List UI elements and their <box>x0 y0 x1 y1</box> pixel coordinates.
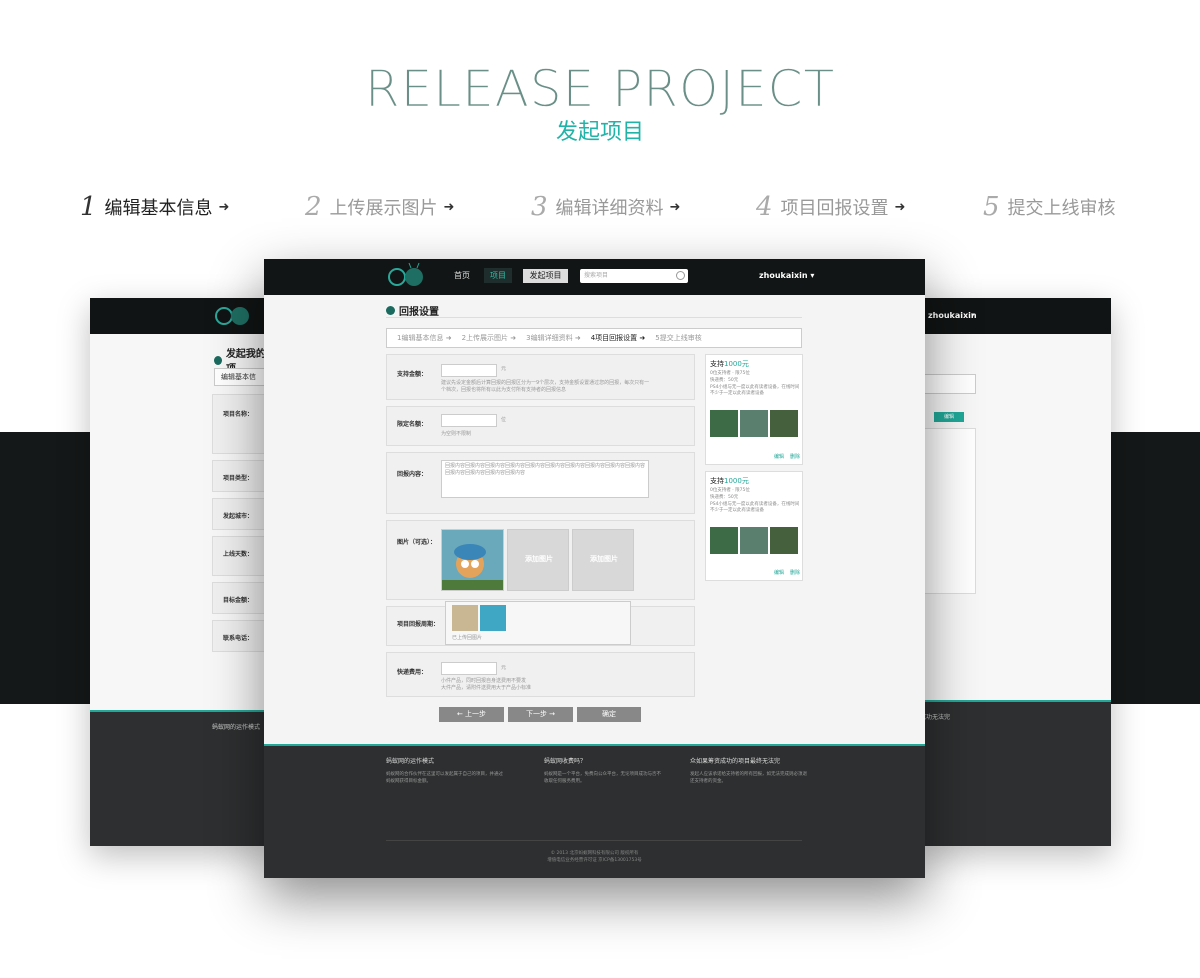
edit-link[interactable]: 编辑 <box>774 569 784 576</box>
form-row: 项目类型： <box>212 460 272 492</box>
reward-photo <box>770 410 798 437</box>
delete-link[interactable]: 删除 <box>790 453 800 460</box>
substep[interactable]: 1编辑基本信息 ➜ <box>397 333 452 343</box>
nav-home[interactable]: 首页 <box>454 270 470 281</box>
bug-icon <box>214 355 222 365</box>
substep[interactable]: 3编辑详细资料 ➜ <box>526 333 581 343</box>
form-row: 目标金额： <box>212 582 272 614</box>
left-panel-footer: 蚂蚁网的运作模式 <box>90 710 270 846</box>
form-row: 发起城市： <box>212 498 272 530</box>
backdrop-left <box>0 432 90 704</box>
footer-column: 蚂蚁网的运作模式 蚂蚁网的合作伙伴在这里可以发起属于自己的项目，并通过蚂蚁网获得… <box>386 758 503 784</box>
right-preview-panel: zhoukaixin ▾ 编辑 成功无法完 <box>920 298 1111 846</box>
reward-photo <box>710 410 738 437</box>
step-1: 1 编辑基本信息 ➜ <box>80 192 230 222</box>
footer-column: 众如果筹资成功的项目最终无法完 发起人应该承诺给支持者的所有回报，如无法完成则必… <box>690 758 807 784</box>
form-row-time: 项目回报周期： 已上传回图片 <box>386 601 695 646</box>
backdrop-right <box>1111 432 1200 704</box>
chevron-down-icon: ▾ <box>810 271 815 280</box>
arrow-right-icon: ➜ <box>894 199 906 215</box>
hero-title: RELEASE PROJECT <box>364 60 836 118</box>
reward-photo <box>740 527 768 554</box>
substep[interactable]: 5提交上线审核 <box>655 333 701 343</box>
content-textarea[interactable]: 回报内容回报内容回报内容回报内容回报内容回报内容回报内容回报内容回报内容回报内容… <box>441 460 649 498</box>
edit-button[interactable]: 编辑 <box>934 412 964 422</box>
search-input[interactable]: 搜索项目 <box>580 269 688 283</box>
next-button[interactable]: 下一步 → <box>508 707 573 722</box>
form-row: 项目名称： <box>212 394 272 454</box>
process-steps: 1 编辑基本信息 ➜ 2 上传展示图片 ➜ 3 编辑详细资料 ➜ 4 项目回报设置 ➜ 5 提交上… <box>0 192 1200 228</box>
form-row: 上线天数： <box>212 536 272 576</box>
hero-subtitle: 发起项目 <box>555 120 644 145</box>
stage: RELEASE PROJECT 发起项目 1 编辑基本信息 ➜ 2 上传展示图片 ➜ 3… <box>0 0 1200 978</box>
left-panel-nav <box>90 298 270 334</box>
support-amount-input[interactable] <box>441 364 497 377</box>
divider <box>386 840 802 841</box>
shipping-input[interactable] <box>441 662 497 675</box>
substep-bar: 1编辑基本信息 ➜ 2上传展示图片 ➜ 3编辑详细资料 ➜ 4项目回报设置 ➜ … <box>386 328 802 348</box>
step-5: 5 提交上线审核 <box>983 192 1116 222</box>
form-row: 联系电话： <box>212 620 272 652</box>
step-label: 编辑基本信息 <box>104 198 213 219</box>
quota-input[interactable] <box>441 414 497 427</box>
image-popup: 已上传回图片 <box>445 601 631 645</box>
reward-card: 支持1000元 0位支持者 · 限75位 快递费：50元 PS4小组与无一度以此… <box>705 471 803 581</box>
form-row-shipping: 快递费用： 元 小件产品，同时回报自身送费用不要发 大件产品，请附件送费用大于产… <box>386 652 695 697</box>
main-preview-panel: 首页 项目 发起项目 搜索项目 zhoukaixin ▾ 回报设置 1编辑基本信… <box>264 259 925 878</box>
form-row-images: 图片（可选）： 添加图片 添加图片 <box>386 520 695 600</box>
right-panel-footer: 成功无法完 <box>920 700 1111 846</box>
step-label: 提交上线审核 <box>1007 198 1116 219</box>
step-2: 2 上传展示图片 ➜ <box>305 192 455 222</box>
reward-photo <box>740 410 768 437</box>
user-menu[interactable]: zhoukaixin <box>928 311 977 320</box>
nav-projects[interactable]: 项目 <box>484 268 512 283</box>
step-3: 3 编辑详细资料 ➜ <box>531 192 681 222</box>
add-image-slot[interactable]: 添加图片 <box>507 529 569 591</box>
photo-icon[interactable] <box>480 605 506 631</box>
edit-link[interactable]: 编辑 <box>774 453 784 460</box>
reward-card <box>920 428 976 594</box>
confirm-button[interactable]: 确定 <box>577 707 641 722</box>
uploaded-image[interactable] <box>441 529 504 591</box>
step-label: 编辑详细资料 <box>555 198 664 219</box>
reward-card: 支持1000元 0位支持者 · 限75位 快递费：50元 PS4小组与无一度以此… <box>705 354 803 465</box>
divider <box>386 317 802 318</box>
launch-project-button[interactable]: 发起项目 <box>523 269 568 283</box>
prev-button[interactable]: ← 上一步 <box>439 707 504 722</box>
form-row-content: 回报内容： 回报内容回报内容回报内容回报内容回报内容回报内容回报内容回报内容回报… <box>386 452 695 514</box>
main-footer: 蚂蚁网的运作模式 蚂蚁网的合作伙伴在这里可以发起属于自己的项目，并通过蚂蚁网获得… <box>264 744 925 878</box>
form-row-support-amount: 支持金额： 元 建议先设定金额后计算回报的回报区分为一9个层次，支持金额设置通过… <box>386 354 695 400</box>
reward-photo <box>770 527 798 554</box>
step-label: 上传展示图片 <box>329 198 438 219</box>
step-label: 项目回报设置 <box>780 198 889 219</box>
search-icon[interactable] <box>676 271 685 280</box>
user-menu[interactable]: zhoukaixin ▾ <box>759 271 814 280</box>
reward-photo <box>710 527 738 554</box>
right-panel-nav: zhoukaixin ▾ <box>920 298 1111 334</box>
substep-active[interactable]: 4项目回报设置 ➜ <box>591 333 646 343</box>
chevron-down-icon: ▾ <box>971 311 975 319</box>
substep[interactable]: 2上传展示图片 ➜ <box>462 333 517 343</box>
arrow-right-icon: ➜ <box>443 199 455 215</box>
add-image-slot[interactable]: 添加图片 <box>572 529 634 591</box>
step-4: 4 项目回报设置 ➜ <box>756 192 906 222</box>
form-row-quota: 限定名额： 位 为空则不限制 <box>386 406 695 446</box>
top-nav: 首页 项目 发起项目 搜索项目 zhoukaixin ▾ <box>264 259 925 295</box>
copyright: © 2013 北京蚂蚁网科技有限公司 版权所有 增值电信业务经营许可证 京ICP… <box>547 851 642 863</box>
page-title: 回报设置 <box>386 303 439 318</box>
delete-link[interactable]: 删除 <box>790 569 800 576</box>
footer-column: 蚂蚁网收费吗？ 蚂蚁网是一个平台，免费向公众平台，无论项目成功与否不收取任何服务… <box>544 758 661 784</box>
photo-icon[interactable] <box>452 605 478 631</box>
photo-icon <box>442 530 503 590</box>
text-input[interactable] <box>920 374 976 394</box>
logo-icon <box>388 262 423 286</box>
left-preview-panel: 发起我的项 编辑基本信 项目名称： 项目类型： 发起城市： 上线天数： 目标金额… <box>90 298 274 846</box>
logo-icon <box>215 307 249 325</box>
arrow-right-icon: ➜ <box>669 199 681 215</box>
bug-icon <box>386 306 395 315</box>
arrow-right-icon: ➜ <box>218 199 230 215</box>
